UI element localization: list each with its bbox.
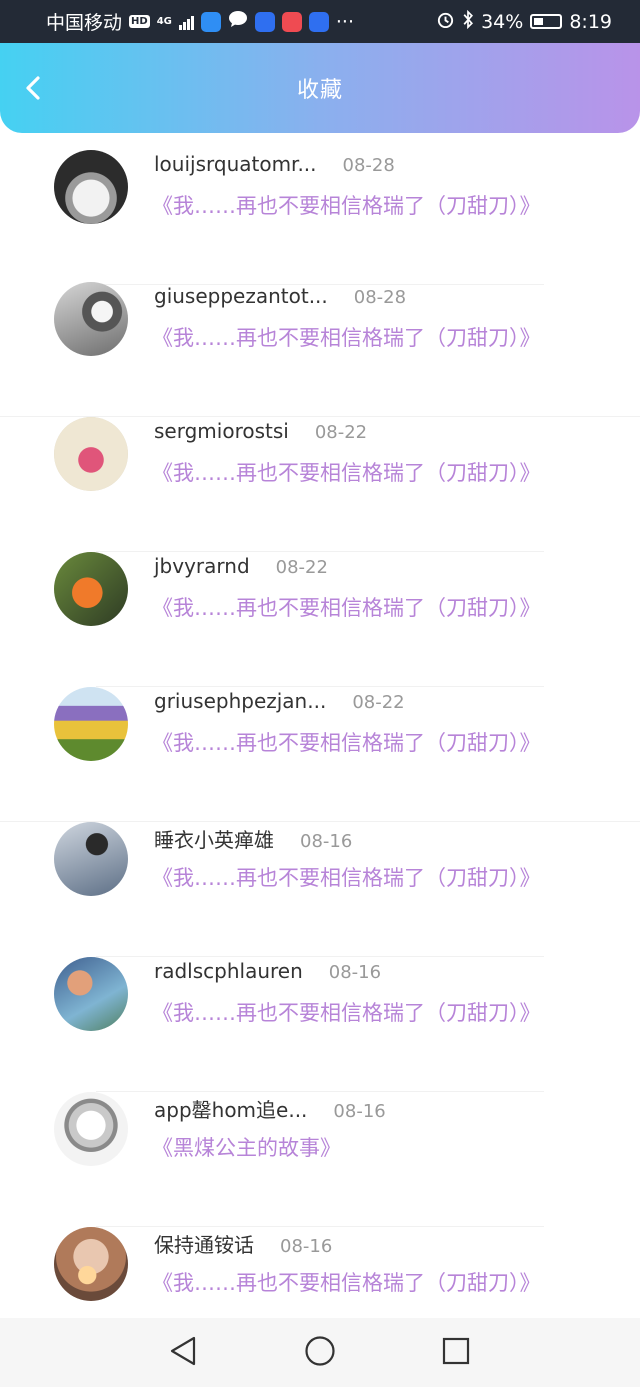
user-name: sergmiorostsi <box>154 419 289 443</box>
name-row: app罄hom追e... 08-16 <box>154 1094 386 1123</box>
name-row: radlscphlauren 08-16 <box>154 959 381 983</box>
book-title-link[interactable]: 《我……再也不要相信格瑞了（刀甜刀）》 <box>152 1267 541 1297</box>
book-title-link[interactable]: 《我……再也不要相信格瑞了（刀甜刀）》 <box>152 997 541 1027</box>
favorite-date: 08-16 <box>300 831 353 852</box>
user-name: app罄hom追e... <box>154 1098 308 1122</box>
network-type: 4G <box>156 15 172 27</box>
signal-icon <box>178 14 194 30</box>
hd-badge: HD <box>129 15 150 28</box>
clock: 8:19 <box>569 10 612 33</box>
message-icon <box>228 10 248 33</box>
alarm-icon <box>436 10 455 34</box>
status-right: 34% 8:19 <box>436 9 612 34</box>
list-item[interactable]: radlscphlauren 08-16 《我……再也不要相信格瑞了（刀甜刀）》 <box>0 957 640 1092</box>
app-notification-icon <box>254 11 275 32</box>
battery-percent: 34% <box>481 10 524 33</box>
name-row: jbvyrarnd 08-22 <box>154 554 328 578</box>
avatar <box>54 687 128 761</box>
name-row: 保持通铵话 08-16 <box>154 1229 332 1258</box>
avatar <box>54 822 128 896</box>
name-row: louijsrquatomr... 08-28 <box>154 152 395 176</box>
favorite-date: 08-22 <box>275 557 328 578</box>
name-row: 睡衣小英瘅雄 08-16 <box>154 824 352 853</box>
user-name: 保持通铵话 <box>154 1233 254 1257</box>
list-item[interactable]: 保持通铵话 08-16 《我……再也不要相信格瑞了（刀甜刀）》 <box>0 1227 640 1318</box>
chevron-left-icon <box>26 76 40 100</box>
name-row: sergmiorostsi 08-22 <box>154 419 367 443</box>
user-name: 睡衣小英瘅雄 <box>154 828 274 852</box>
book-title-link[interactable]: 《黑煤公主的故事》 <box>152 1132 341 1162</box>
book-title-link[interactable]: 《我……再也不要相信格瑞了（刀甜刀）》 <box>152 457 541 487</box>
user-name: louijsrquatomr... <box>154 152 317 176</box>
list-item[interactable]: jbvyrarnd 08-22 《我……再也不要相信格瑞了（刀甜刀）》 <box>0 552 640 687</box>
battery-icon <box>530 14 563 29</box>
carrier-label: 中国移动 <box>46 12 123 34</box>
list-item[interactable]: giuseppezantot... 08-28 《我……再也不要相信格瑞了（刀甜… <box>0 282 640 417</box>
name-row: griusephpezjan... 08-22 <box>154 689 405 713</box>
avatar <box>54 417 128 491</box>
status-left: 中国移动 HD 4G ··· <box>46 8 354 35</box>
back-triangle-icon[interactable] <box>168 1335 198 1371</box>
avatar <box>54 150 128 224</box>
system-nav-bar <box>0 1318 640 1387</box>
header: 收藏 <box>0 43 640 133</box>
home-circle-icon[interactable] <box>304 1335 336 1371</box>
user-name: jbvyrarnd <box>154 554 250 578</box>
favorite-date: 08-22 <box>314 422 368 443</box>
favorite-date: 08-28 <box>342 155 395 176</box>
book-title-link[interactable]: 《我……再也不要相信格瑞了（刀甜刀）》 <box>152 322 541 352</box>
avatar <box>54 552 128 626</box>
app-notification-icon <box>281 11 302 32</box>
list-item[interactable]: louijsrquatomr... 08-28 《我……再也不要相信格瑞了（刀甜… <box>0 150 640 285</box>
page-title: 收藏 <box>296 78 343 103</box>
list-item[interactable]: griusephpezjan... 08-22 《我……再也不要相信格瑞了（刀甜… <box>0 687 640 822</box>
favorite-date: 08-28 <box>353 287 407 308</box>
list-item[interactable]: sergmiorostsi 08-22 《我……再也不要相信格瑞了（刀甜刀）》 <box>0 417 640 552</box>
favorites-list[interactable]: louijsrquatomr... 08-28 《我……再也不要相信格瑞了（刀甜… <box>0 133 640 1318</box>
status-bar: 中国移动 HD 4G ··· 34% 8:19 <box>0 0 640 43</box>
user-name: giuseppezantot... <box>154 284 328 308</box>
list-item[interactable]: 睡衣小英瘅雄 08-16 《我……再也不要相信格瑞了（刀甜刀）》 <box>0 822 640 957</box>
avatar <box>54 957 128 1031</box>
back-button[interactable] <box>16 71 50 105</box>
avatar <box>54 1227 128 1301</box>
bluetooth-icon <box>462 9 474 34</box>
book-title-link[interactable]: 《我……再也不要相信格瑞了（刀甜刀）》 <box>152 190 541 220</box>
favorite-date: 08-16 <box>333 1101 386 1122</box>
list-item[interactable]: app罄hom追e... 08-16 《黑煤公主的故事》 <box>0 1092 640 1227</box>
avatar <box>54 1092 128 1166</box>
name-row: giuseppezantot... 08-28 <box>154 284 406 308</box>
app-notification-icon <box>308 11 329 32</box>
app-notification-icon <box>200 11 221 32</box>
favorite-date: 08-22 <box>352 692 405 713</box>
user-name: radlscphlauren <box>154 959 303 983</box>
favorite-date: 08-16 <box>328 962 382 983</box>
recent-apps-square-icon[interactable] <box>442 1337 470 1369</box>
book-title-link[interactable]: 《我……再也不要相信格瑞了（刀甜刀）》 <box>152 727 541 757</box>
book-title-link[interactable]: 《我……再也不要相信格瑞了（刀甜刀）》 <box>152 862 541 892</box>
book-title-link[interactable]: 《我……再也不要相信格瑞了（刀甜刀）》 <box>152 592 541 622</box>
more-icon: ··· <box>335 10 354 33</box>
user-name: griusephpezjan... <box>154 689 327 713</box>
avatar <box>54 282 128 356</box>
favorite-date: 08-16 <box>280 1236 333 1257</box>
